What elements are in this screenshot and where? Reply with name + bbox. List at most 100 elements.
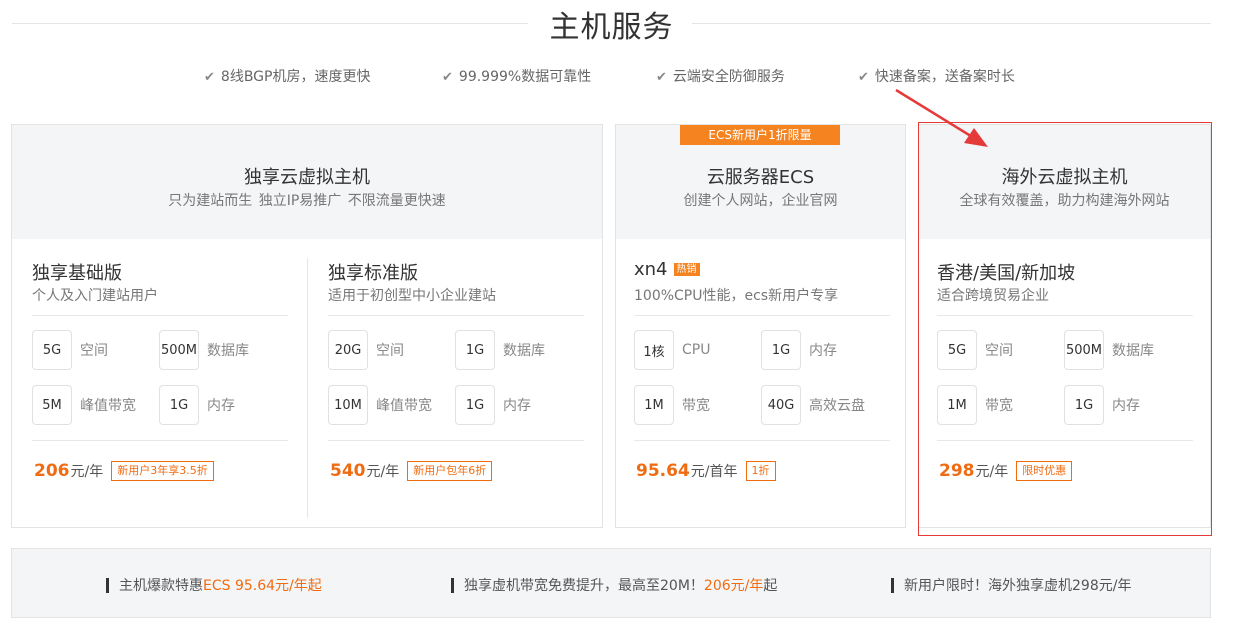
divider xyxy=(32,440,288,441)
feature-item: ✔ 8线BGP机房，速度更快 xyxy=(204,66,370,86)
card-ecs: 云服务器ECS 创建个人网站，企业官网 ECS新用户1折限量 xn4 热销 100… xyxy=(615,124,906,528)
spec-label: 内存 xyxy=(503,398,531,414)
plan-xn4[interactable]: xn4 热销 100%CPU性能，ecs新用户专享 1核 CPU 1G 内存 1M 带宽… xyxy=(634,239,890,529)
notice-item[interactable]: 新用户限时！海外独享虚机298元/年 xyxy=(891,575,1131,595)
title-divider-right xyxy=(692,23,1211,24)
spec-item: 40G 高效云盘 xyxy=(761,385,865,425)
spec-label: 空间 xyxy=(80,343,108,359)
price-value: 540 xyxy=(330,461,366,481)
spec-value: 1G xyxy=(761,330,801,370)
divider xyxy=(634,440,890,441)
plan-desc: 个人及入门建站用户 xyxy=(32,288,158,304)
divider xyxy=(328,315,584,316)
notice-text: 独享虚机带宽免费提升，最高至20M！ xyxy=(464,578,704,594)
card-header[interactable]: 独享云虚拟主机 只为建站而生 独立IP易推广 不限流量更快速 xyxy=(12,125,602,239)
discount-tag: 1折 xyxy=(745,461,776,481)
card-subtitle: 只为建站而生 独立IP易推广 不限流量更快速 xyxy=(168,193,446,209)
plan-standard[interactable]: 独享标准版 适用于初创型中小企业建站 20G 空间 1G 数据库 10M 峰值带宽 1… xyxy=(328,239,584,529)
notice-item[interactable]: 主机爆款特惠 ECS 95.64元/年起 xyxy=(106,575,322,595)
card-dedicated-hosting: 独享云虚拟主机 只为建站而生 独立IP易推广 不限流量更快速 独享基础版 个人及… xyxy=(11,124,603,528)
plan-basic[interactable]: 独享基础版 个人及入门建站用户 5G 空间 500M 数据库 5M 峰值带宽 1G 内存… xyxy=(32,239,288,529)
plan-name[interactable]: 独享基础版 xyxy=(32,259,122,285)
notice-marker xyxy=(451,577,454,593)
feature-item: ✔ 云端安全防御服务 xyxy=(656,66,785,86)
discount-tag: 新用户包年6折 xyxy=(407,461,493,481)
notice-text: 主机爆款特惠 xyxy=(119,578,203,594)
spec-label: 内存 xyxy=(207,398,235,414)
spec-label: CPU xyxy=(682,342,711,358)
price-unit: 元/年 xyxy=(366,464,400,480)
spec-item: 1G 内存 xyxy=(455,385,531,425)
spec-item: 500M 数据库 xyxy=(159,330,249,370)
notice-highlight: ECS 95.64元/年起 xyxy=(203,578,322,594)
card-title[interactable]: 云服务器ECS xyxy=(616,163,905,189)
vertical-divider xyxy=(307,258,308,518)
price-row[interactable]: 540 元/年 新用户包年6折 xyxy=(330,461,493,481)
spec-item: 1G 数据库 xyxy=(455,330,545,370)
check-icon: ✔ xyxy=(858,70,869,85)
divider xyxy=(634,315,890,316)
notice-marker xyxy=(891,577,894,593)
page-title: 主机服务 xyxy=(549,10,674,45)
spec-item: 1核 CPU xyxy=(634,330,710,370)
discount-tag: 新用户3年享3.5折 xyxy=(111,461,214,481)
notice-marker xyxy=(106,577,109,593)
check-icon: ✔ xyxy=(204,70,215,85)
feature-item: ✔ 快速备案，送备案时长 xyxy=(858,66,1015,86)
spec-value: 1核 xyxy=(634,330,674,370)
price-value: 95.64 xyxy=(636,461,690,481)
price-unit: 元/首年 xyxy=(690,464,738,480)
spec-label: 高效云盘 xyxy=(809,398,865,414)
spec-value: 10M xyxy=(328,385,368,425)
divider xyxy=(32,315,288,316)
spec-value: 500M xyxy=(159,330,199,370)
price-row[interactable]: 206 元/年 新用户3年享3.5折 xyxy=(34,461,214,481)
notice-highlight: 206元/年 xyxy=(703,578,764,594)
spec-value: 40G xyxy=(761,385,801,425)
spec-label: 内存 xyxy=(809,343,837,359)
feature-text: 快速备案，送备案时长 xyxy=(874,69,1015,85)
notice-item[interactable]: 独享虚机带宽免费提升，最高至20M！ 206元/年起 xyxy=(451,575,777,595)
spec-item: 5G 空间 xyxy=(32,330,108,370)
spec-item: 20G 空间 xyxy=(328,330,404,370)
spec-value: 5G xyxy=(32,330,72,370)
spec-value: 1G xyxy=(159,385,199,425)
card-subtitle: 创建个人网站，企业官网 xyxy=(683,193,838,209)
spec-item: 1G 内存 xyxy=(159,385,235,425)
spec-value: 1G xyxy=(455,385,495,425)
check-icon: ✔ xyxy=(656,70,667,85)
promo-badge: ECS新用户1折限量 xyxy=(680,125,840,145)
spec-item: 5M 峰值带宽 xyxy=(32,385,136,425)
feature-text: 99.999%数据可靠性 xyxy=(458,69,592,85)
spec-item: 1G 内存 xyxy=(761,330,837,370)
spec-label: 峰值带宽 xyxy=(80,398,136,414)
hot-badge: 热销 xyxy=(673,263,700,276)
spec-value: 1M xyxy=(634,385,674,425)
spec-value: 1G xyxy=(455,330,495,370)
plan-desc: 适用于初创型中小企业建站 xyxy=(328,288,496,304)
plan-desc: 100%CPU性能，ecs新用户专享 xyxy=(634,288,839,304)
check-icon: ✔ xyxy=(442,70,453,85)
divider xyxy=(328,440,584,441)
plan-name[interactable]: 独享标准版 xyxy=(328,259,418,285)
price-value: 206 xyxy=(34,461,70,481)
price-row[interactable]: 95.64 元/首年 1折 xyxy=(636,461,776,481)
spec-value: 20G xyxy=(328,330,368,370)
feature-item: ✔ 99.999%数据可靠性 xyxy=(442,66,591,86)
spec-label: 峰值带宽 xyxy=(376,398,432,414)
plan-name[interactable]: xn4 xyxy=(634,259,668,280)
notice-bar: 主机爆款特惠 ECS 95.64元/年起 独享虚机带宽免费提升，最高至20M！ 20… xyxy=(11,548,1211,618)
highlight-frame xyxy=(918,122,1212,536)
spec-value: 5M xyxy=(32,385,72,425)
card-title[interactable]: 独享云虚拟主机 xyxy=(12,163,602,189)
price-unit: 元/年 xyxy=(70,464,104,480)
spec-item: 1M 带宽 xyxy=(634,385,710,425)
spec-label: 带宽 xyxy=(682,398,710,414)
plan-name-wrap[interactable]: xn4 热销 xyxy=(634,259,700,280)
notice-text-tail: 起 xyxy=(763,578,778,594)
feature-text: 8线BGP机房，速度更快 xyxy=(220,69,371,85)
spec-label: 空间 xyxy=(376,343,404,359)
section-header: 主机服务 xyxy=(12,0,1211,48)
feature-list: ✔ 8线BGP机房，速度更快 ✔ 99.999%数据可靠性 ✔ 云端安全防御服务 ✔ 快… xyxy=(0,66,1251,86)
feature-text: 云端安全防御服务 xyxy=(672,69,785,85)
